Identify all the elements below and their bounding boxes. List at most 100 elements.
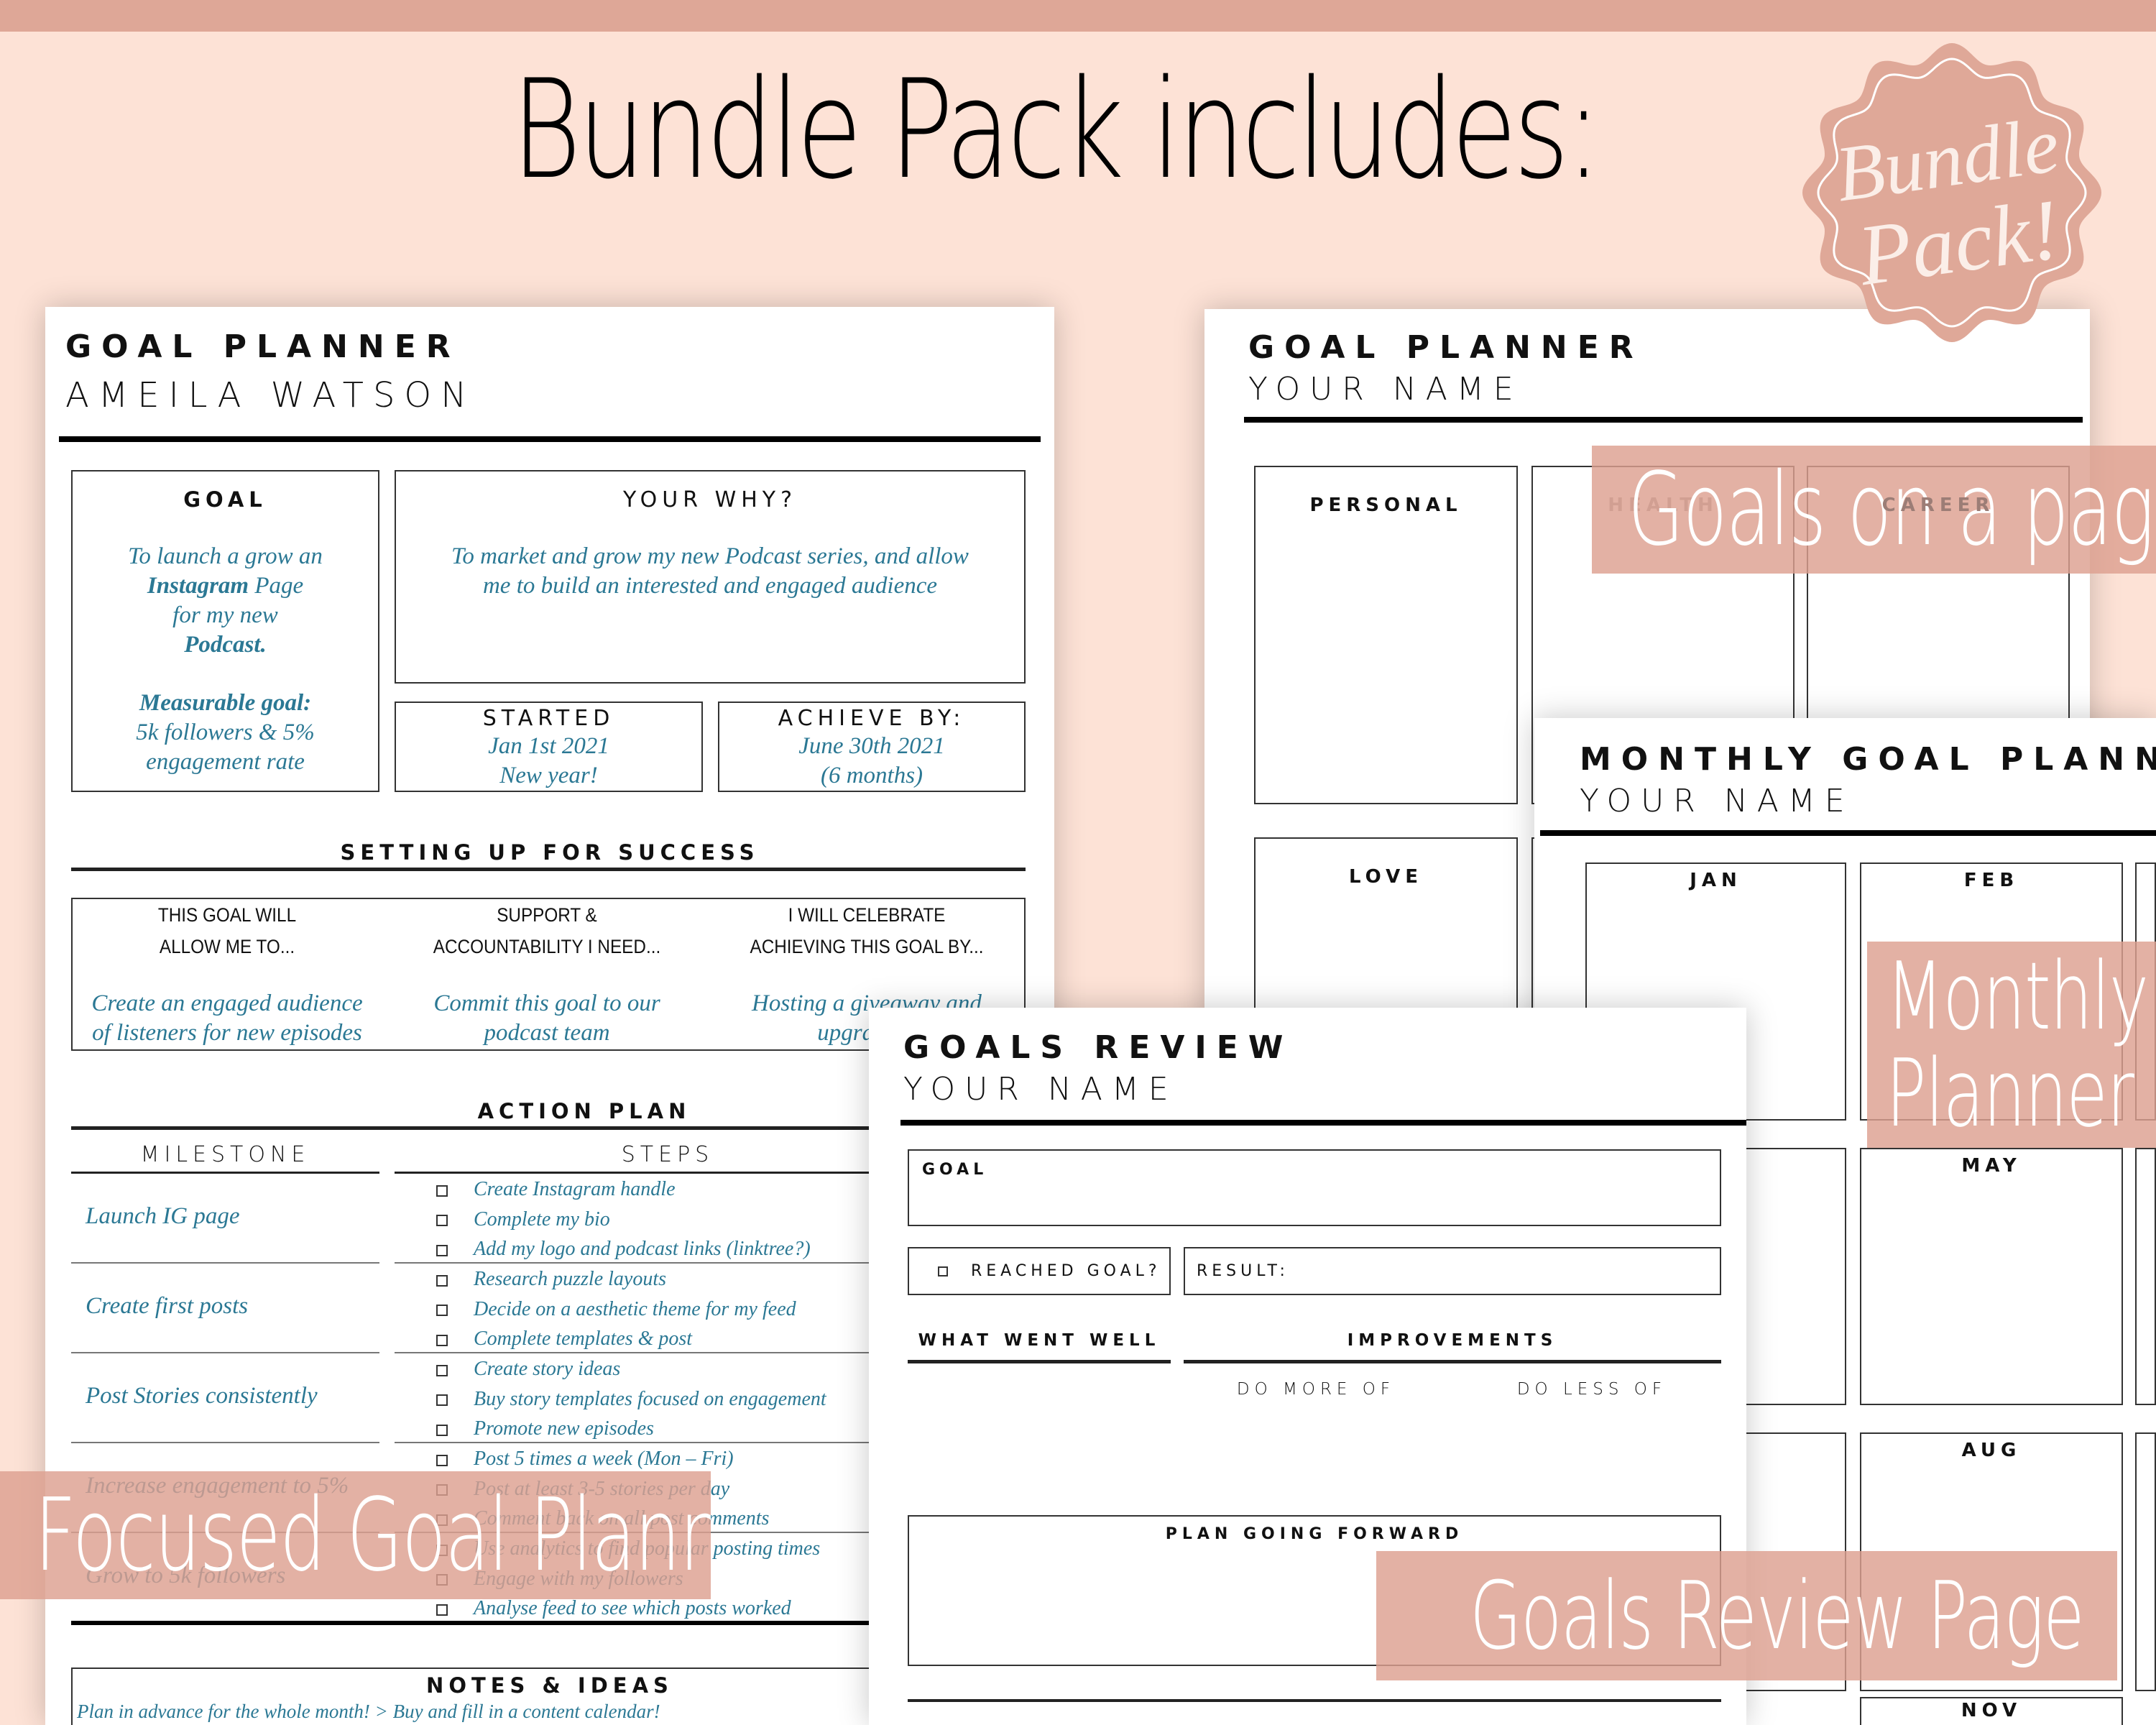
month-label: MAY [1961, 1155, 2022, 1177]
step-text: Analyse feed to see which posts worked [474, 1597, 791, 1619]
step-text: Post 5 times a week (Mon – Fri) [474, 1448, 734, 1470]
review-goal-box: GOAL [908, 1149, 1721, 1226]
went-well-heading: WHAT WENT WELL [918, 1331, 1161, 1350]
milestone-header: MILESTONE [140, 1142, 310, 1167]
month-label: JAN [1690, 870, 1742, 891]
step-text: Create story ideas [474, 1358, 621, 1380]
goal-text: To launch a grow an [128, 543, 323, 569]
plan-forward-label: PLAN GOING FORWARD [1165, 1525, 1464, 1543]
checkbox[interactable] [436, 1364, 448, 1376]
why-label: YOUR WHY? [622, 487, 798, 512]
step-item: Promote new episodes [395, 1414, 654, 1443]
answer: Commit this goal to our [433, 990, 660, 1016]
step-text: Complete templates & post [474, 1328, 693, 1350]
checkbox[interactable] [436, 1244, 448, 1256]
month-box-may: MAY [1860, 1148, 2123, 1405]
goal-text-bold: Instagram [147, 573, 249, 599]
action-plan-heading: ACTION PLAN [477, 1099, 691, 1123]
checkbox[interactable] [436, 1604, 448, 1616]
question: ACHIEVING THIS GOAL BY... [750, 936, 984, 957]
category-label: CAREER [1881, 494, 1995, 516]
step-item: Decide on a aesthetic theme for my feed [395, 1294, 796, 1324]
month-label: FEB [1963, 870, 2019, 891]
checkbox[interactable] [436, 1394, 448, 1407]
category-box-personal: PERSONAL [1254, 466, 1518, 804]
milestone: Create first posts [86, 1293, 249, 1319]
label-text: Goals Review Page [1470, 1561, 2085, 1670]
achieve-note: (6 months) [820, 763, 923, 788]
step-item: Create story ideas [395, 1354, 620, 1384]
started-box: STARTED Jan 1st 2021 New year! [395, 702, 703, 792]
card-name: YOUR NAME [1248, 371, 1523, 408]
month-box [2135, 1432, 2156, 1691]
divider [1184, 1360, 1721, 1363]
goal-box: GOAL To launch a grow an Instagram Page … [71, 470, 379, 792]
step-text: Promote new episodes [474, 1417, 654, 1440]
your-why-box: YOUR WHY? To market and grow my new Podc… [395, 470, 1026, 684]
card-title: MONTHLY GOAL PLANNER [1580, 741, 2156, 778]
checkbox[interactable] [436, 1424, 448, 1436]
divider [908, 1360, 1171, 1363]
bundle-pack-badge: Bundle Pack! [1802, 43, 2101, 342]
goals-review-label: Goals Review Page [1376, 1551, 2117, 1680]
checkbox[interactable] [436, 1305, 448, 1317]
checkbox[interactable] [436, 1454, 448, 1466]
checkbox[interactable] [436, 1334, 448, 1346]
top-band [0, 0, 2156, 32]
goal-label: GOAL [922, 1161, 988, 1179]
checkbox[interactable] [436, 1184, 448, 1197]
question: ACCOUNTABILITY I NEED... [433, 936, 661, 957]
label-text: Focused Goal Planner [34, 1476, 711, 1594]
step-text: Decide on a aesthetic theme for my feed [474, 1297, 796, 1320]
question: THIS GOAL WILL [157, 904, 297, 926]
month-label: AUG [1961, 1440, 2022, 1461]
reached-goal-box[interactable]: REACHED GOAL? [908, 1247, 1171, 1295]
divider [1244, 417, 2083, 423]
card-title: GOAL PLANNER [1248, 329, 1644, 366]
achieve-by-box: ACHIEVE BY: June 30th 2021 (6 months) [718, 702, 1026, 792]
success-col-3: I WILL CELEBRATE ACHIEVING THIS GOAL BY..… [728, 899, 1006, 962]
measurable-goal-label: Measurable goal: [139, 690, 312, 716]
started-date: Jan 1st 2021 [488, 733, 609, 759]
category-label: LOVE [1349, 866, 1423, 888]
step-item: Complete templates & post [395, 1324, 692, 1353]
goal-label: GOAL [183, 487, 267, 512]
focused-goal-planner-label: Focused Goal Planner [0, 1471, 711, 1599]
checkbox[interactable] [436, 1215, 448, 1227]
do-less-of-label: DO LESS OF [1516, 1380, 1667, 1399]
card-name: YOUR NAME [1580, 783, 1854, 819]
notes-text: Plan in advance for the whole month! > B… [77, 1701, 660, 1722]
divider [900, 1120, 1746, 1126]
step-item: Buy story templates focused on engagemen… [395, 1384, 826, 1414]
divider [71, 868, 1026, 871]
month-label: NOV [1961, 1700, 2022, 1721]
answer: Create an engaged audience [91, 990, 363, 1016]
answer: of listeners for new episodes [92, 1020, 362, 1046]
question: ALLOW ME TO... [159, 936, 295, 957]
step-item: Add my logo and podcast links (linktree?… [395, 1234, 811, 1264]
milestone: Launch IG page [86, 1203, 240, 1229]
checkbox[interactable] [436, 1274, 448, 1287]
divider [59, 436, 1041, 442]
card-name: AMEILA WATSON [65, 375, 476, 415]
step-text: Create Instagram handle [474, 1178, 676, 1200]
monthly-planner-label: Monthly Planner [1867, 942, 2156, 1148]
success-col-2: SUPPORT & ACCOUNTABILITY I NEED... [408, 899, 686, 962]
improvements-heading: IMPROVEMENTS [1347, 1331, 1558, 1350]
month-box [2135, 1148, 2156, 1405]
label-text: Planner [1886, 1038, 2134, 1148]
goal-text: Page [249, 573, 304, 599]
checkbox[interactable] [938, 1266, 948, 1276]
card-name: YOUR NAME [903, 1071, 1178, 1108]
category-box-love: LOVE [1254, 837, 1518, 1028]
month-box-nov: NOV [1860, 1697, 2123, 1725]
step-text: Research puzzle layouts [474, 1268, 667, 1290]
do-more-of-label: DO MORE OF [1236, 1380, 1396, 1399]
success-col-1: THIS GOAL WILL ALLOW ME TO... [88, 899, 367, 962]
measurable-goal-text: engagement rate [146, 749, 305, 775]
reached-goal-label: REACHED GOAL? [971, 1262, 1161, 1280]
question: I WILL CELEBRATE [788, 904, 946, 926]
started-label: STARTED [482, 706, 615, 731]
step-item: Post 5 times a week (Mon – Fri) [395, 1444, 734, 1473]
why-text: To market and grow my new Podcast series… [451, 543, 969, 569]
